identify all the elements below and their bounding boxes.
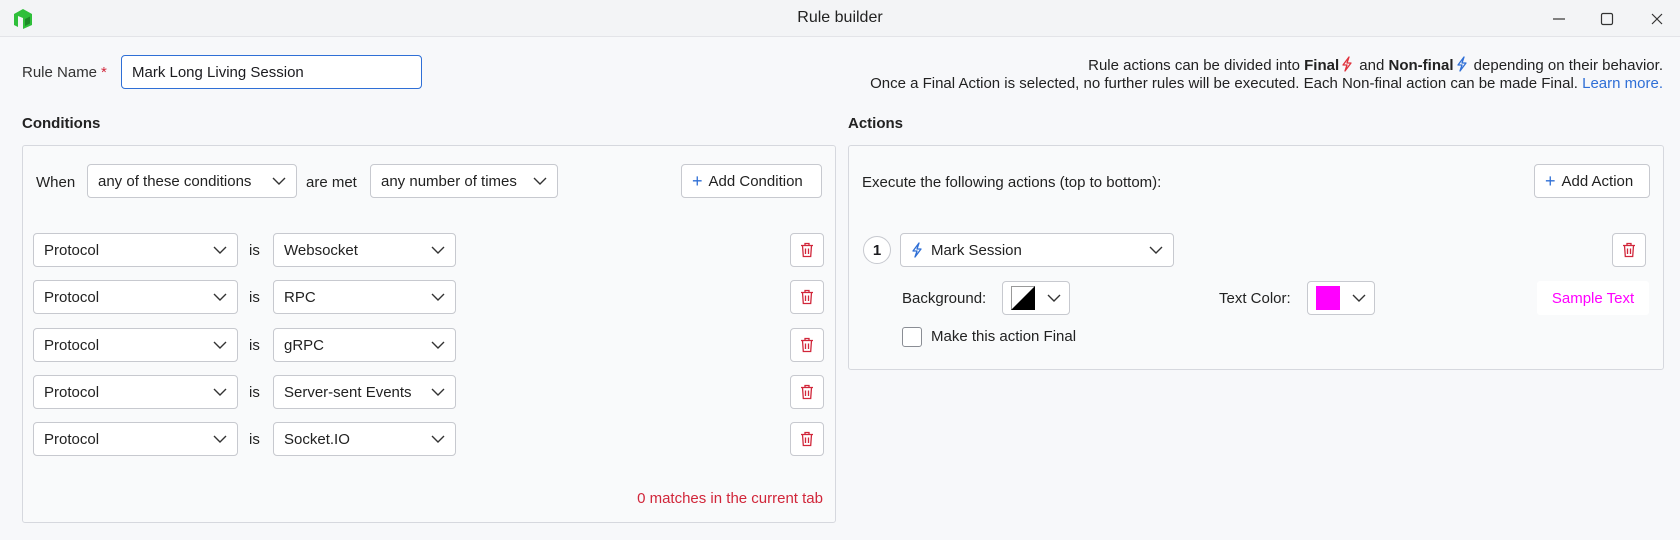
minimize-button[interactable] xyxy=(1544,6,1574,32)
delete-condition-button[interactable] xyxy=(790,375,824,409)
trash-icon xyxy=(801,431,813,447)
non-final-bolt-icon xyxy=(1456,56,1467,72)
chevron-down-icon xyxy=(533,177,547,185)
delete-condition-button[interactable] xyxy=(790,422,824,456)
background-color-picker[interactable] xyxy=(1002,281,1070,315)
final-bolt-icon xyxy=(1342,56,1352,72)
execute-label: Execute the following actions (top to bo… xyxy=(862,174,1162,191)
rule-builder-content: Rule Name* Rule actions can be divided i… xyxy=(0,38,1680,540)
make-final-checkbox[interactable] xyxy=(902,327,922,347)
chevron-down-icon xyxy=(431,388,445,396)
trash-icon xyxy=(1623,242,1635,258)
condition-field-select[interactable]: Protocol xyxy=(33,328,238,362)
text-color-swatch-icon xyxy=(1316,286,1340,310)
chevron-down-icon xyxy=(213,341,227,349)
trash-icon xyxy=(801,242,813,258)
action-type-select[interactable]: Mark Session xyxy=(900,233,1174,267)
delete-condition-button[interactable] xyxy=(790,328,824,362)
maximize-icon xyxy=(1600,12,1614,26)
is-label: is xyxy=(249,242,260,259)
chevron-down-icon xyxy=(1352,294,1366,302)
action-step-number: 1 xyxy=(863,236,891,264)
condition-value-select[interactable]: Websocket xyxy=(273,233,456,267)
condition-field-select[interactable]: Protocol xyxy=(33,233,238,267)
is-label: is xyxy=(249,384,260,401)
matches-count-text: 0 matches in the current tab xyxy=(637,490,823,507)
maximize-button[interactable] xyxy=(1592,6,1622,32)
window-title: Rule builder xyxy=(797,9,883,26)
is-label: is xyxy=(249,431,260,448)
delete-condition-button[interactable] xyxy=(790,233,824,267)
are-met-label: are met xyxy=(306,174,357,191)
make-final-label: Make this action Final xyxy=(931,328,1077,345)
match-mode-select[interactable]: any of these conditions xyxy=(87,164,297,198)
plus-icon: + xyxy=(692,171,703,191)
condition-field-select[interactable]: Protocol xyxy=(33,375,238,409)
chevron-down-icon xyxy=(272,177,286,185)
title-bar: Rule builder xyxy=(0,0,1680,37)
frequency-select[interactable]: any number of times xyxy=(370,164,558,198)
text-color-picker[interactable] xyxy=(1307,281,1375,315)
non-final-bolt-icon xyxy=(912,242,922,258)
chevron-down-icon xyxy=(213,246,227,254)
rule-name-input[interactable] xyxy=(121,55,422,89)
minimize-icon xyxy=(1553,18,1565,20)
trash-icon xyxy=(801,337,813,353)
is-label: is xyxy=(249,337,260,354)
delete-action-button[interactable] xyxy=(1612,233,1646,267)
actions-title: Actions xyxy=(848,115,904,132)
condition-value-select[interactable]: gRPC xyxy=(273,328,456,362)
sample-text-preview: Sample Text xyxy=(1537,281,1649,315)
add-action-button[interactable]: + Add Action xyxy=(1534,164,1650,198)
trash-icon xyxy=(801,289,813,305)
conditions-title: Conditions xyxy=(22,115,101,132)
condition-field-select[interactable]: Protocol xyxy=(33,280,238,314)
chevron-down-icon xyxy=(213,435,227,443)
chevron-down-icon xyxy=(1047,294,1061,302)
background-label: Background: xyxy=(902,290,987,307)
trash-icon xyxy=(801,384,813,400)
chevron-down-icon xyxy=(1149,246,1163,254)
background-swatch-icon xyxy=(1011,286,1035,310)
learn-more-link[interactable]: Learn more. xyxy=(1582,75,1663,92)
final-label: Final xyxy=(1304,57,1340,74)
chevron-down-icon xyxy=(431,435,445,443)
close-button[interactable] xyxy=(1642,6,1672,32)
chevron-down-icon xyxy=(431,341,445,349)
is-label: is xyxy=(249,289,260,306)
chevron-down-icon xyxy=(431,246,445,254)
required-mark: * xyxy=(101,64,107,81)
actions-info-line2: Once a Final Action is selected, no furt… xyxy=(870,75,1663,92)
actions-info-line1: Rule actions can be divided into Final a… xyxy=(1088,56,1663,74)
when-label: When xyxy=(36,174,76,191)
conditions-panel: When any of these conditions are met any… xyxy=(22,145,836,523)
chevron-down-icon xyxy=(431,293,445,301)
condition-value-select[interactable]: Server-sent Events xyxy=(273,375,456,409)
condition-field-select[interactable]: Protocol xyxy=(33,422,238,456)
chevron-down-icon xyxy=(213,293,227,301)
condition-value-select[interactable]: RPC xyxy=(273,280,456,314)
close-icon xyxy=(1651,13,1663,25)
condition-value-select[interactable]: Socket.IO xyxy=(273,422,456,456)
delete-condition-button[interactable] xyxy=(790,280,824,314)
chevron-down-icon xyxy=(213,388,227,396)
add-condition-button[interactable]: + Add Condition xyxy=(681,164,822,198)
plus-icon: + xyxy=(1545,171,1556,191)
non-final-label: Non-final xyxy=(1388,57,1454,74)
rule-name-label: Rule Name * xyxy=(22,64,107,81)
text-color-label: Text Color: xyxy=(1219,290,1291,307)
actions-panel: Execute the following actions (top to bo… xyxy=(848,145,1664,370)
